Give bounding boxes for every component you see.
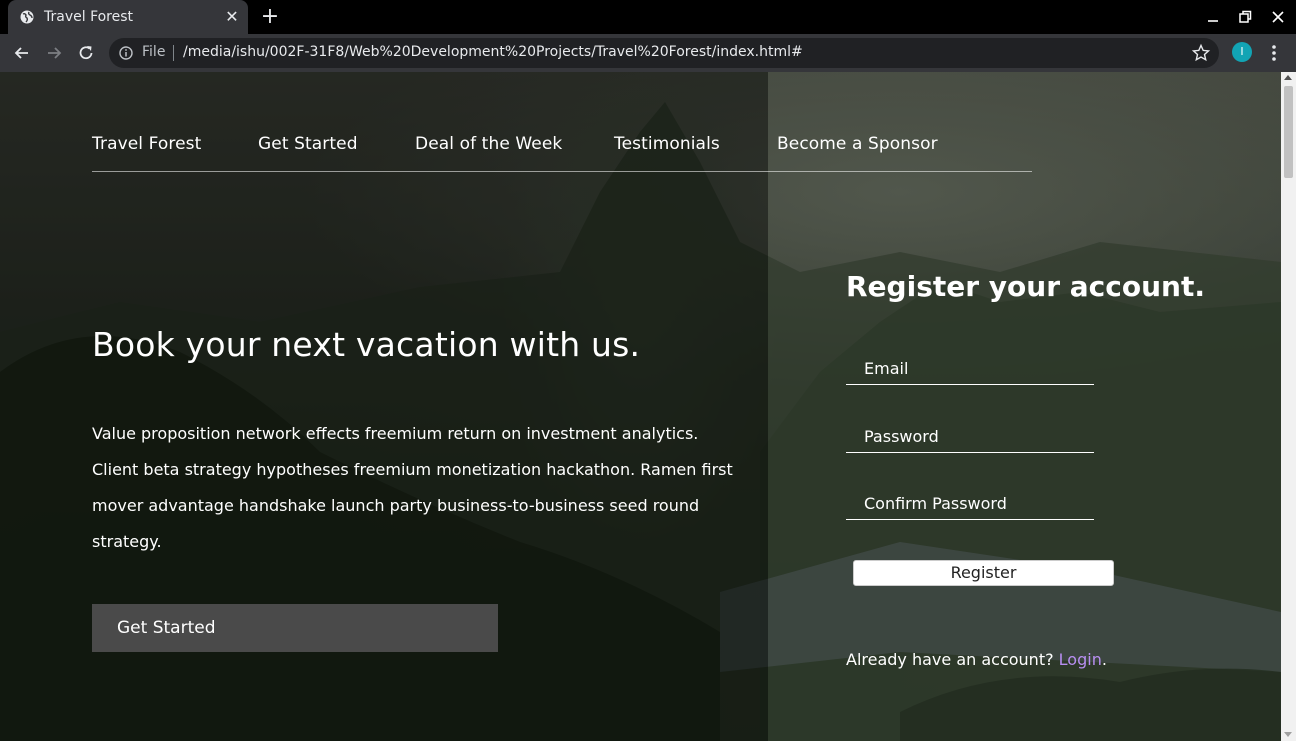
window-close-icon[interactable] bbox=[1269, 8, 1287, 26]
browser-tab-bar: Travel Forest ✕ + bbox=[0, 0, 1296, 34]
confirm-password-field[interactable] bbox=[846, 488, 1094, 520]
plus-icon[interactable]: + bbox=[260, 6, 280, 28]
url-text[interactable]: /media/ishu/002F-31F8/Web%20Development%… bbox=[183, 44, 803, 60]
reload-icon[interactable] bbox=[76, 43, 96, 63]
browser-tab[interactable]: Travel Forest ✕ bbox=[8, 0, 248, 34]
url-separator bbox=[173, 45, 174, 61]
close-icon[interactable]: ✕ bbox=[224, 9, 240, 25]
email-field[interactable] bbox=[846, 353, 1094, 385]
register-button[interactable]: Register bbox=[853, 560, 1114, 586]
page-viewport: Travel Forest Get Started Deal of the We… bbox=[0, 72, 1281, 741]
forward-arrow-icon[interactable] bbox=[44, 43, 64, 63]
password-field[interactable] bbox=[846, 421, 1094, 453]
right-panel-overlay bbox=[768, 72, 1281, 741]
nav-link-deal-of-the-week[interactable]: Deal of the Week bbox=[415, 134, 562, 154]
login-suffix: . bbox=[1101, 650, 1107, 669]
minimize-icon[interactable] bbox=[1204, 8, 1222, 26]
profile-avatar[interactable]: I bbox=[1232, 42, 1252, 62]
tab-title: Travel Forest bbox=[44, 9, 134, 25]
hero-title: Book your next vacation with us. bbox=[92, 325, 641, 364]
login-prompt: Already have an account? Login. bbox=[846, 650, 1107, 669]
register-title: Register your account. bbox=[846, 270, 1205, 303]
kebab-menu-icon[interactable] bbox=[1266, 43, 1282, 63]
scroll-thumb[interactable] bbox=[1284, 86, 1293, 178]
page-scrollbar[interactable] bbox=[1281, 72, 1296, 741]
back-arrow-icon[interactable] bbox=[12, 43, 32, 63]
login-link[interactable]: Login bbox=[1059, 650, 1102, 669]
info-icon[interactable] bbox=[119, 46, 133, 60]
nav-link-become-a-sponsor[interactable]: Become a Sponsor bbox=[777, 134, 938, 154]
address-bar[interactable]: File /media/ishu/002F-31F8/Web%20Develop… bbox=[109, 38, 1219, 68]
nav-link-get-started[interactable]: Get Started bbox=[258, 134, 358, 154]
star-icon[interactable] bbox=[1191, 43, 1211, 63]
browser-toolbar: File /media/ishu/002F-31F8/Web%20Develop… bbox=[0, 34, 1296, 72]
get-started-button[interactable]: Get Started bbox=[92, 604, 498, 652]
scroll-down-arrow-icon[interactable] bbox=[1284, 732, 1292, 737]
url-scheme: File bbox=[142, 44, 166, 60]
nav-link-travel-forest[interactable]: Travel Forest bbox=[92, 134, 201, 154]
maximize-icon[interactable] bbox=[1236, 8, 1254, 26]
nav-link-testimonials[interactable]: Testimonials bbox=[614, 134, 720, 154]
scroll-up-arrow-icon[interactable] bbox=[1284, 75, 1292, 80]
globe-icon bbox=[20, 10, 34, 24]
main-navbar: Travel Forest Get Started Deal of the We… bbox=[92, 132, 1032, 172]
login-prompt-text: Already have an account? bbox=[846, 650, 1059, 669]
hero-description: Value proposition network effects freemi… bbox=[92, 424, 733, 551]
